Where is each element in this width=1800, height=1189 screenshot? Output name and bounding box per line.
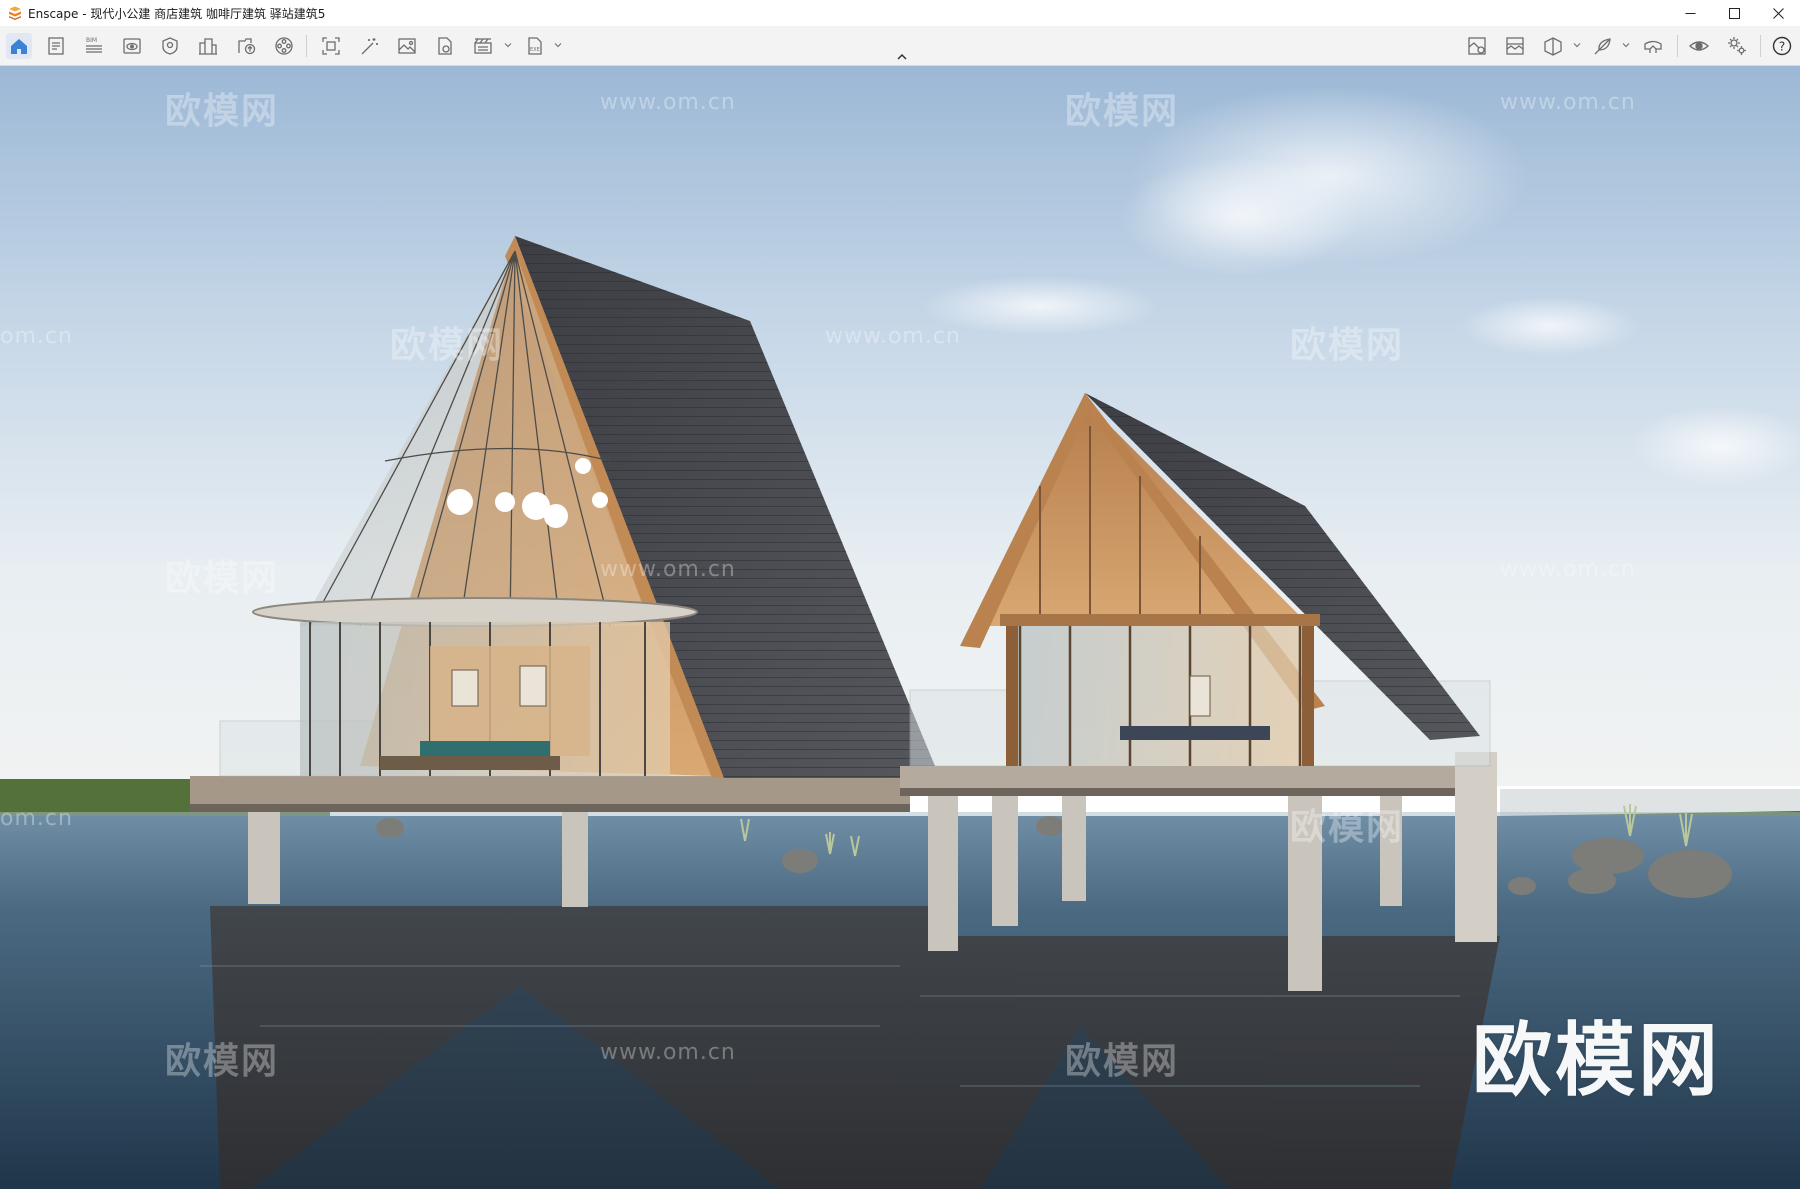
help-label: ? xyxy=(1779,40,1785,54)
magic-wand-button[interactable] xyxy=(356,33,382,59)
home-button[interactable] xyxy=(6,33,32,59)
minimize-icon xyxy=(1685,12,1695,14)
exe-export-button[interactable]: EXE xyxy=(522,33,548,59)
batch-render-icon xyxy=(474,38,492,54)
upload-button[interactable] xyxy=(233,33,259,59)
maximize-button[interactable] xyxy=(1712,0,1756,26)
magic-wand-icon xyxy=(361,38,378,55)
exe-export-icon: EXE xyxy=(528,37,542,55)
views-button[interactable] xyxy=(119,33,145,59)
notes-button[interactable] xyxy=(43,33,69,59)
screenshot-button[interactable] xyxy=(318,33,344,59)
toolbar-separator xyxy=(1677,35,1678,57)
asset-library-button[interactable] xyxy=(157,33,183,59)
enscape-logo-icon xyxy=(9,6,21,20)
batch-render-button[interactable] xyxy=(470,33,496,59)
visual-settings-button[interactable] xyxy=(1686,33,1712,59)
render-viewport[interactable]: 欧模网 www.om.cn 欧模网 www.om.cn om.cn 欧模网 ww… xyxy=(0,66,1800,1189)
general-settings-icon xyxy=(1728,37,1746,55)
asset-library-icon xyxy=(162,37,178,55)
feather-icon xyxy=(1594,38,1611,55)
title-bar: Enscape - 现代小公建 商店建筑 咖啡厅建筑 驿站建筑5 xyxy=(0,0,1800,26)
vr-headset-button[interactable] xyxy=(1640,33,1666,59)
material-editor-button[interactable] xyxy=(1464,33,1490,59)
atmosphere-button[interactable] xyxy=(1502,33,1528,59)
video-editor-button[interactable] xyxy=(271,33,297,59)
upload-icon xyxy=(238,38,256,55)
toolbar-separator xyxy=(306,35,307,57)
chevron-down-icon[interactable] xyxy=(503,40,513,50)
exe-label: EXE xyxy=(530,47,540,53)
home-icon xyxy=(11,39,27,54)
image-icon xyxy=(398,38,416,54)
close-icon xyxy=(1772,7,1784,19)
notes-icon xyxy=(48,37,64,55)
enscape-toolbar: BIM EXE ? xyxy=(0,26,1800,66)
chevron-down-icon[interactable] xyxy=(1572,40,1582,50)
model-button[interactable] xyxy=(195,33,221,59)
image-button[interactable] xyxy=(394,33,420,59)
export-button[interactable] xyxy=(432,33,458,59)
bim-label: BIM xyxy=(86,37,97,44)
section-button[interactable] xyxy=(1540,33,1566,59)
window-title: Enscape - 现代小公建 商店建筑 咖啡厅建筑 驿站建筑5 xyxy=(28,6,326,21)
chevron-down-icon[interactable] xyxy=(553,40,563,50)
brand-watermark: 欧模网 xyxy=(1472,1014,1721,1107)
feather-button[interactable] xyxy=(1590,33,1616,59)
screenshot-icon xyxy=(322,37,340,55)
bim-icon: BIM xyxy=(86,37,102,53)
views-icon xyxy=(123,38,141,54)
atmosphere-icon xyxy=(1506,37,1524,55)
model-icon xyxy=(199,38,217,55)
video-editor-icon xyxy=(275,37,293,55)
maximize-icon xyxy=(1728,7,1740,19)
toolbar-separator xyxy=(1760,35,1761,57)
minimize-button[interactable] xyxy=(1668,0,1712,26)
help-icon: ? xyxy=(1772,36,1792,56)
close-button[interactable] xyxy=(1756,0,1800,26)
bim-button[interactable]: BIM xyxy=(81,33,107,59)
export-icon xyxy=(438,37,452,55)
general-settings-button[interactable] xyxy=(1724,33,1750,59)
visual-settings-icon xyxy=(1688,41,1710,51)
collapse-toolbar-icon[interactable] xyxy=(895,50,909,64)
help-button[interactable]: ? xyxy=(1769,33,1795,59)
chevron-down-icon[interactable] xyxy=(1621,40,1631,50)
window-controls xyxy=(1668,0,1800,26)
section-icon xyxy=(1544,37,1562,56)
material-editor-icon xyxy=(1468,37,1486,55)
vr-headset-icon xyxy=(1644,40,1662,53)
